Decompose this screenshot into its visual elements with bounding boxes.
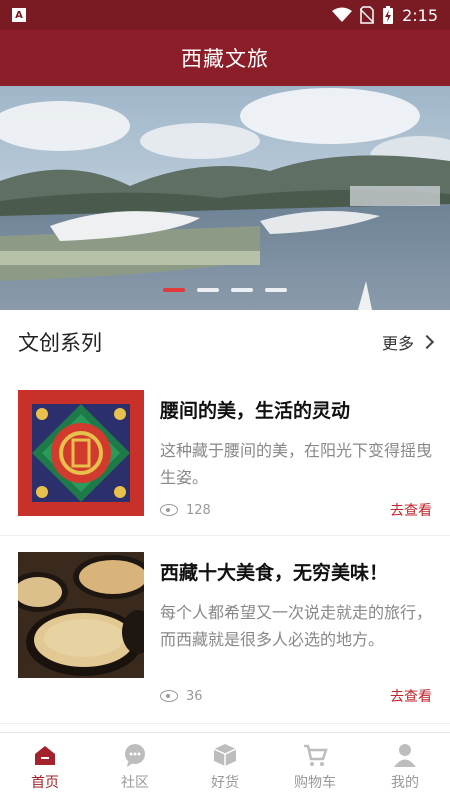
battery-charging-icon: [383, 6, 394, 24]
tab-label: 社区: [121, 774, 149, 791]
banner-image: [0, 86, 450, 310]
tab-label: 好货: [211, 774, 239, 791]
tab-community[interactable]: 社区: [90, 733, 180, 800]
view-link[interactable]: 去查看: [390, 686, 432, 706]
carousel-dot[interactable]: [163, 288, 185, 292]
article-meta: 36 去查看: [160, 686, 432, 706]
article-meta: 128 去查看: [160, 500, 432, 520]
article-title: 西藏十大美食，无穷美味！: [160, 562, 389, 584]
tab-cart[interactable]: 购物车: [270, 733, 360, 800]
article-thumbnail: [18, 552, 144, 678]
article-title: 腰间的美，生活的灵动: [160, 400, 351, 422]
embroidery-image: [18, 390, 144, 516]
banner-carousel[interactable]: [0, 86, 450, 310]
article-thumbnail: [18, 390, 144, 516]
tab-label: 购物车: [294, 774, 336, 791]
eye-icon: [160, 690, 178, 702]
tab-goods[interactable]: 好货: [180, 733, 270, 800]
user-icon: [394, 743, 416, 767]
article-description: 这种藏于腰间的美，在阳光下变得摇曳生姿。: [160, 441, 433, 487]
app-notification-icon: A: [12, 8, 26, 22]
carousel-dot[interactable]: [265, 288, 287, 292]
eye-icon: [160, 504, 178, 516]
butter-tea-image: [18, 552, 144, 678]
no-sim-icon: [360, 6, 375, 24]
tab-label: 我的: [391, 774, 419, 791]
section-title: 文创系列: [18, 331, 102, 355]
carousel-dot[interactable]: [197, 288, 219, 292]
status-bar: A 2:15: [0, 0, 450, 30]
chevron-right-icon: [419, 334, 435, 350]
bottom-nav: 首页 社区 好货 购物车 我的: [0, 732, 450, 800]
carousel-dot[interactable]: [231, 288, 253, 292]
cart-icon: [304, 744, 328, 766]
tab-home[interactable]: 首页: [0, 733, 90, 800]
carousel-indicators: [0, 288, 450, 292]
view-count: 36: [186, 688, 203, 704]
article-card[interactable]: 腰间的美，生活的灵动 这种藏于腰间的美，在阳光下变得摇曳生姿。 128 去查看: [0, 374, 450, 536]
more-label: 更多: [381, 334, 414, 353]
view-count: 128: [186, 502, 211, 518]
app-header: 西藏文旅: [0, 30, 450, 86]
article-card[interactable]: 西藏十大美食，无穷美味！ 每个人都希望又一次说走就走的旅行，而西藏就是很多人必选…: [0, 536, 450, 724]
page-title: 西藏文旅: [181, 47, 269, 71]
wifi-icon: [332, 7, 353, 22]
tab-label: 首页: [31, 774, 59, 791]
article-description: 每个人都希望又一次说走就走的旅行，而西藏就是很多人必选的地方。: [160, 603, 433, 649]
box-icon: [213, 743, 237, 766]
status-time: 2:15: [402, 5, 438, 25]
home-icon: [35, 745, 55, 765]
chat-icon: [125, 743, 145, 767]
tab-me[interactable]: 我的: [360, 733, 450, 800]
more-button[interactable]: 更多: [381, 330, 435, 354]
view-link[interactable]: 去查看: [390, 500, 432, 520]
section-header: 文创系列 更多: [0, 310, 450, 374]
